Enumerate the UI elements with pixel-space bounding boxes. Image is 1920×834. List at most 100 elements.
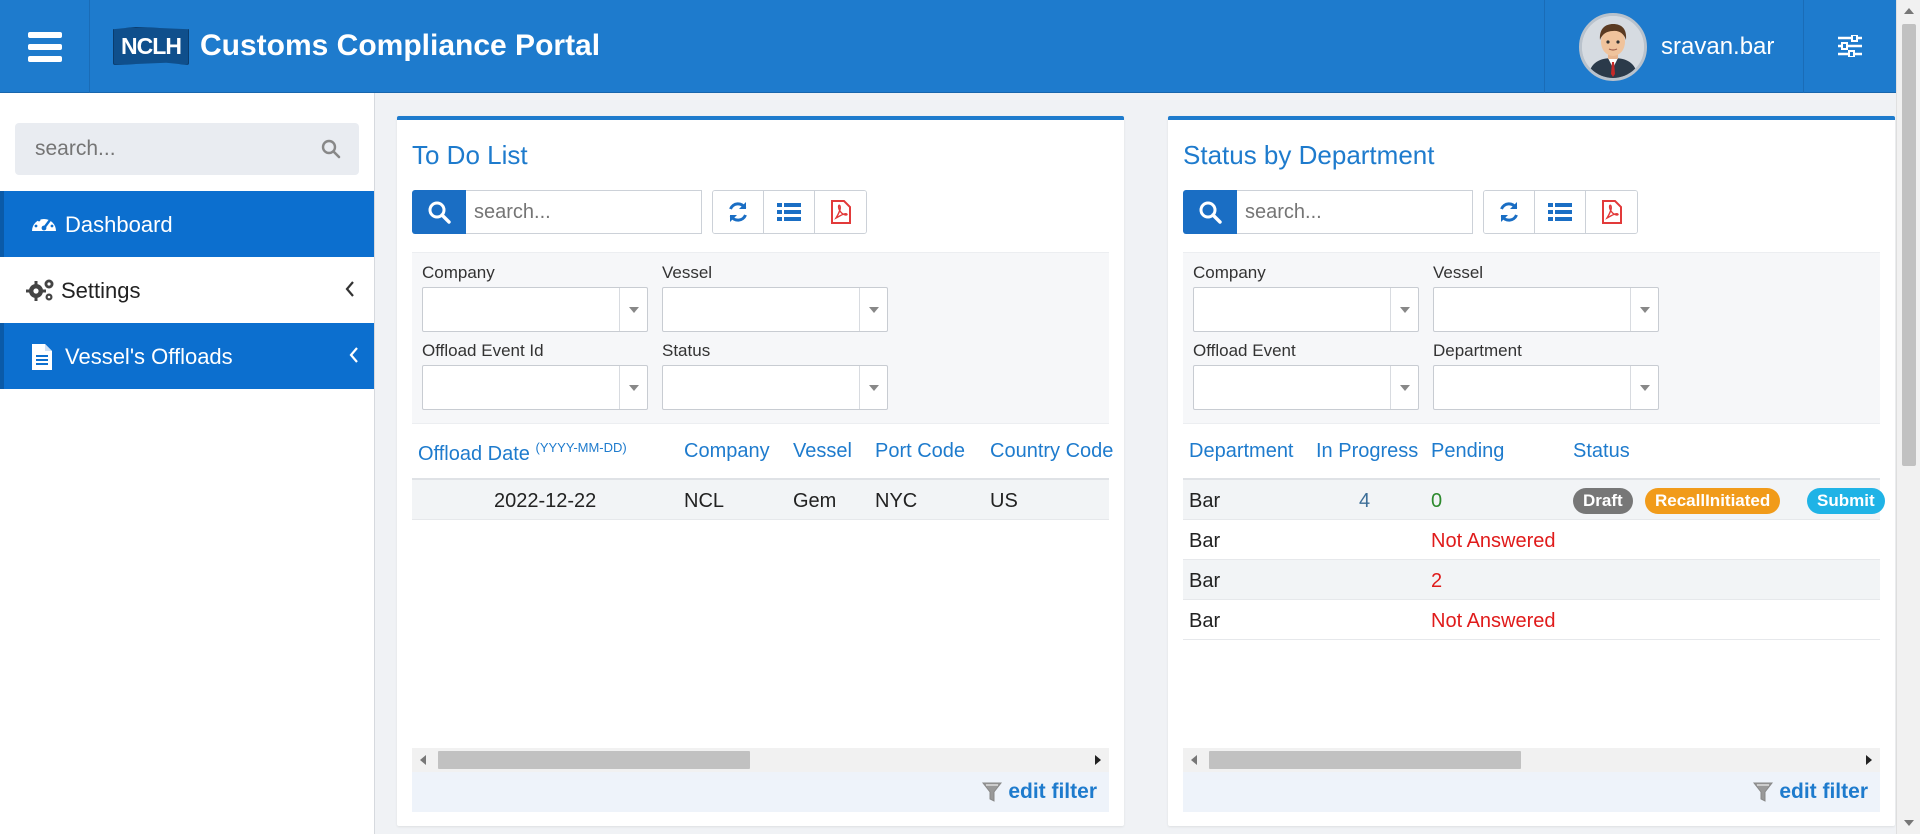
list-view-button[interactable] (1535, 191, 1586, 233)
todo-search-input[interactable] (466, 190, 702, 234)
cell-department: Bar (1189, 490, 1221, 512)
cell-pending: 2 (1431, 570, 1443, 592)
scroll-down-arrow-icon[interactable] (1904, 820, 1914, 826)
top-header: NCLH Customs Compliance Portal sravan.ba… (0, 0, 1896, 93)
column-header-offload-date[interactable]: Offload Date (YYYY-MM-DD) (418, 440, 627, 466)
toolbar-button-group (712, 190, 867, 234)
hamburger-icon (27, 31, 62, 62)
refresh-button[interactable] (1484, 191, 1535, 233)
horizontal-scrollbar[interactable] (1183, 748, 1880, 772)
panel-footer: edit filter (412, 772, 1109, 812)
edit-filter-link[interactable]: edit filter (982, 780, 1097, 804)
column-header-port-code[interactable]: Port Code (875, 440, 965, 463)
refresh-icon (1500, 202, 1518, 222)
cell-department: Bar (1189, 570, 1221, 592)
dropdown-caret-icon (1630, 288, 1658, 331)
scrollbar-thumb[interactable] (1209, 751, 1521, 769)
cell-department: Bar (1189, 610, 1221, 632)
dropdown-caret-icon (859, 288, 887, 331)
sidebar-item-label: Vessel's Offloads (65, 344, 233, 369)
scroll-right-arrow-icon[interactable] (1095, 755, 1101, 765)
column-header-in-progress[interactable]: In Progress (1316, 440, 1418, 463)
status-badge-submit[interactable]: Submit (1807, 488, 1885, 514)
column-header-vessel[interactable]: Vessel (793, 440, 852, 463)
sidebar-search-input[interactable] (15, 123, 315, 175)
status-by-department-panel: Status by Department Company Vessel Offl… (1168, 116, 1895, 826)
panel-title: Status by Department (1183, 140, 1435, 170)
search-button[interactable] (412, 190, 466, 234)
company-select[interactable] (422, 287, 648, 332)
export-pdf-button[interactable] (815, 191, 866, 233)
refresh-button[interactable] (713, 191, 764, 233)
sidebar-item-vessels-offloads[interactable]: Vessel's Offloads (0, 323, 374, 389)
chevron-left-icon (345, 281, 355, 302)
cell-department: Bar (1189, 530, 1221, 552)
list-view-button[interactable] (764, 191, 815, 233)
department-select[interactable] (1433, 365, 1659, 410)
avatar[interactable] (1579, 13, 1647, 81)
column-header-country-code[interactable]: Country Code (990, 440, 1113, 463)
filter-label: Company (422, 263, 495, 282)
control-panel-button[interactable] (1820, 28, 1880, 64)
scrollbar-thumb[interactable] (1902, 24, 1916, 466)
todo-list-panel: To Do List Company Vessel Offload Event … (397, 116, 1124, 826)
username[interactable]: sravan.bar (1661, 33, 1774, 61)
list-icon (777, 203, 801, 221)
cell-pending: Not Answered (1431, 610, 1556, 632)
column-header-status[interactable]: Status (1573, 440, 1630, 463)
table-row[interactable]: Bar 4 0 Draft RecallInitiated Submit (1183, 480, 1885, 520)
sidebar-item-label: Settings (61, 278, 141, 303)
company-select[interactable] (1193, 287, 1419, 332)
cell-vessel: Gem (793, 490, 837, 512)
cell-pending: 0 (1431, 490, 1443, 512)
column-header-pending[interactable]: Pending (1431, 440, 1504, 463)
dropdown-caret-icon (1630, 366, 1658, 409)
vessel-select[interactable] (1433, 287, 1659, 332)
status-badge-draft[interactable]: Draft (1573, 488, 1633, 514)
scroll-right-arrow-icon[interactable] (1866, 755, 1872, 765)
search-icon (1199, 201, 1222, 224)
table-row[interactable]: Bar Not Answered (1183, 520, 1880, 560)
filter-funnel-icon (982, 782, 1003, 802)
document-icon (30, 343, 58, 370)
search-icon[interactable] (321, 139, 341, 164)
filter-label: Department (1433, 341, 1522, 360)
cell-offload-date: 2022-12-22 (494, 490, 597, 512)
avatar-person-icon (1582, 16, 1644, 78)
column-header-department[interactable]: Department (1189, 440, 1294, 463)
todo-filter-area: Company Vessel Offload Event Id Status (412, 252, 1109, 424)
status-search-input[interactable] (1237, 190, 1473, 234)
table-row[interactable]: Bar Not Answered (1183, 600, 1880, 640)
scroll-left-arrow-icon[interactable] (1191, 755, 1197, 765)
scrollbar-thumb[interactable] (438, 751, 750, 769)
sidebar-item-label: Dashboard (65, 212, 173, 237)
filter-label: Offload Event (1193, 341, 1296, 360)
user-menu[interactable]: sravan.bar (1544, 0, 1804, 93)
scroll-left-arrow-icon[interactable] (420, 755, 426, 765)
edit-filter-link[interactable]: edit filter (1753, 780, 1868, 804)
scroll-up-arrow-icon[interactable] (1904, 8, 1914, 14)
sidebar: Dashboard Settings Vessel's Offloads (0, 93, 375, 834)
offload-event-id-select[interactable] (422, 365, 648, 410)
sidebar-item-settings[interactable]: Settings (0, 257, 374, 323)
gears-icon (26, 277, 54, 303)
filter-funnel-icon (1753, 782, 1774, 802)
sidebar-item-dashboard[interactable]: Dashboard (0, 191, 374, 257)
vessel-select[interactable] (662, 287, 888, 332)
table-row[interactable]: Bar 2 (1183, 560, 1880, 600)
column-header-label: Offload Date (418, 443, 530, 465)
list-icon (1548, 203, 1572, 221)
export-pdf-button[interactable] (1586, 191, 1637, 233)
offload-event-select[interactable] (1193, 365, 1419, 410)
filter-label: Vessel (662, 263, 713, 282)
horizontal-scrollbar[interactable] (412, 748, 1109, 772)
dropdown-caret-icon (1390, 288, 1418, 331)
search-button[interactable] (1183, 190, 1237, 234)
column-header-company[interactable]: Company (684, 440, 770, 463)
status-badge-recall-initiated[interactable]: RecallInitiated (1645, 488, 1781, 514)
status-select[interactable] (662, 365, 888, 410)
page-vertical-scrollbar[interactable] (1896, 0, 1920, 834)
hamburger-menu-button[interactable] (0, 0, 90, 93)
table-row[interactable]: 2022-12-22 NCL Gem NYC US (412, 480, 1109, 520)
app-title: Customs Compliance Portal (200, 29, 601, 62)
